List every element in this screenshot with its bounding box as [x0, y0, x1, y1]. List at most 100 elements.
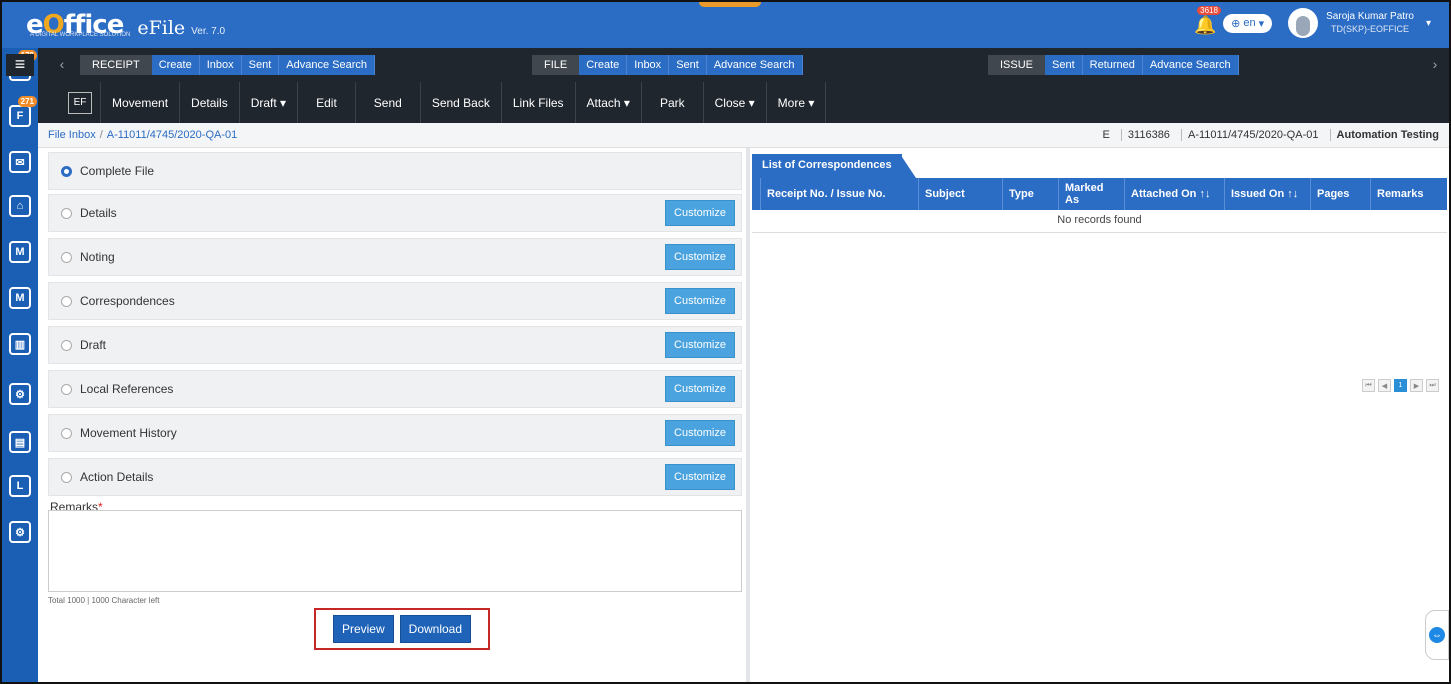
menubar-scroll-left-icon[interactable]: ‹ — [52, 56, 72, 72]
movement-button[interactable]: Movement — [100, 82, 179, 123]
radio-action-details[interactable] — [61, 471, 72, 483]
radio-noting[interactable] — [61, 251, 72, 263]
close-dropdown-button[interactable]: Close ▾ — [702, 82, 766, 123]
sidebar-item-home-mail[interactable]: ⌂ — [6, 192, 34, 220]
last-page-button[interactable]: ⏭ — [1426, 379, 1439, 392]
efile-icon[interactable]: EF — [68, 91, 92, 114]
receipt-advance-search-link[interactable]: Advance Search — [279, 55, 375, 75]
customize-noting-button[interactable]: Customize — [665, 244, 735, 270]
receipt-menu-label[interactable]: RECEIPT — [80, 55, 152, 75]
file-create-link[interactable]: Create — [579, 55, 628, 75]
option-details[interactable]: Details Customize — [48, 194, 742, 232]
customize-movement-history-button[interactable]: Customize — [665, 420, 735, 446]
details-button[interactable]: Details — [179, 82, 239, 123]
sidebar-item-dak[interactable]: ✉ — [6, 148, 34, 176]
menubar-scroll-right-icon[interactable]: › — [1425, 56, 1445, 72]
radio-complete-file[interactable] — [61, 165, 72, 177]
radio-movement-history[interactable] — [61, 427, 72, 439]
receipt-inbox-link[interactable]: Inbox — [199, 55, 242, 75]
column-remarks[interactable]: Remarks — [1370, 178, 1447, 210]
user-info[interactable]: Saroja Kumar Patro TD(SKP)-EOFFICE — [1326, 10, 1414, 36]
column-attached-on[interactable]: Attached On ↑↓ — [1124, 178, 1224, 210]
notification-bell-icon[interactable]: 3618 🔔 — [1194, 6, 1221, 36]
customize-local-references-button[interactable]: Customize — [665, 376, 735, 402]
attach-dropdown-button[interactable]: Attach ▾ — [574, 82, 641, 123]
sidebar-item-settings-badge[interactable]: ⚙ — [6, 380, 34, 408]
file-sent-link[interactable]: Sent — [669, 55, 707, 75]
radio-draft[interactable] — [61, 339, 72, 351]
header-pull-tab[interactable] — [699, 2, 761, 7]
customize-correspondences-button[interactable]: Customize — [665, 288, 735, 314]
park-button[interactable]: Park — [640, 82, 703, 123]
preview-button[interactable]: Preview — [332, 615, 394, 643]
side-help-widget[interactable]: ⇔ — [1425, 610, 1449, 660]
option-movement-history[interactable]: Movement History Customize — [48, 414, 742, 452]
column-issued-on[interactable]: Issued On ↑↓ — [1224, 178, 1310, 210]
customize-draft-button[interactable]: Customize — [665, 332, 735, 358]
option-label: Details — [80, 206, 117, 220]
current-page-button[interactable]: 1 — [1394, 379, 1407, 392]
issue-menu-label[interactable]: ISSUE — [988, 55, 1046, 75]
option-label: Movement History — [80, 426, 177, 440]
column-pages[interactable]: Pages — [1310, 178, 1370, 210]
send-button[interactable]: Send — [354, 82, 420, 123]
sidebar-item-file-move[interactable]: M — [6, 284, 34, 312]
column-type[interactable]: Type — [1002, 178, 1058, 210]
radio-details[interactable] — [61, 207, 72, 219]
user-menu-caret-icon[interactable]: ▾ — [1426, 18, 1431, 29]
breadcrumb-root-link[interactable]: File Inbox — [48, 129, 96, 141]
customize-action-details-button[interactable]: Customize — [665, 464, 735, 490]
column-receipt-issue-no[interactable]: Receipt No. / Issue No. — [760, 178, 918, 210]
next-page-button[interactable]: ▶ — [1410, 379, 1423, 392]
column-marked-as[interactable]: Marked As — [1058, 178, 1124, 210]
product-version: Ver. 7.0 — [191, 25, 226, 37]
option-label: Noting — [80, 250, 115, 264]
draft-dropdown-button[interactable]: Draft ▾ — [238, 82, 297, 123]
first-page-button[interactable]: ⏮ — [1362, 379, 1375, 392]
issue-advance-search-link[interactable]: Advance Search — [1142, 55, 1239, 75]
file-advance-search-link[interactable]: Advance Search — [706, 55, 803, 75]
file-menu-group: FILE Create Inbox Sent Advance Search — [528, 55, 803, 75]
link-files-button[interactable]: Link Files — [500, 82, 575, 123]
panel-divider[interactable] — [746, 148, 750, 682]
user-name: Saroja Kumar Patro — [1326, 11, 1414, 22]
sidebar-item-doc-barcode[interactable]: ▥ — [6, 330, 34, 358]
table-pagination: ⏮ ◀ 1 ▶ ⏭ — [1362, 379, 1439, 392]
file-inbox-link[interactable]: Inbox — [627, 55, 670, 75]
settings-badge-icon: ⚙ — [9, 383, 31, 405]
tab-list-of-correspondences[interactable]: List of Correspondences — [752, 154, 902, 178]
language-selector[interactable]: ⊕ en ▾ — [1223, 13, 1273, 33]
customize-details-button[interactable]: Customize — [665, 200, 735, 226]
option-draft[interactable]: Draft Customize — [48, 326, 742, 364]
receipt-sent-link[interactable]: Sent — [241, 55, 280, 75]
sidebar-item-local-copy[interactable]: L — [6, 472, 34, 500]
sidebar-item-mark-mail[interactable]: M — [6, 238, 34, 266]
user-department: TD(SKP)-EOFFICE — [1331, 24, 1410, 34]
send-back-button[interactable]: Send Back — [419, 82, 501, 123]
option-complete-file[interactable]: Complete File — [48, 152, 742, 190]
radio-correspondences[interactable] — [61, 295, 72, 307]
remarks-textarea[interactable] — [48, 510, 742, 592]
hamburger-menu-icon[interactable]: ≡ — [6, 54, 34, 76]
issue-sent-link[interactable]: Sent — [1045, 55, 1083, 75]
file-menu-label[interactable]: FILE — [532, 55, 580, 75]
option-label: Draft — [80, 338, 107, 352]
column-subject[interactable]: Subject — [918, 178, 1002, 210]
receipt-create-link[interactable]: Create — [151, 55, 200, 75]
more-dropdown-button[interactable]: More ▾ — [765, 82, 827, 123]
option-correspondences[interactable]: Correspondences Customize — [48, 282, 742, 320]
option-action-details[interactable]: Action Details Customize — [48, 458, 742, 496]
issue-returned-link[interactable]: Returned — [1082, 55, 1143, 75]
download-button[interactable]: Download — [399, 615, 472, 643]
user-avatar[interactable] — [1288, 8, 1319, 38]
file-action-toolbar: EF Movement Details Draft ▾ Edit Send Se… — [38, 82, 1449, 123]
sidebar-item-print[interactable]: ▤ — [6, 428, 34, 456]
option-noting[interactable]: Noting Customize — [48, 238, 742, 276]
option-local-references[interactable]: Local References Customize — [48, 370, 742, 408]
edit-button[interactable]: Edit — [297, 82, 355, 123]
chat-support-icon: ⇔ — [1429, 627, 1445, 643]
sidebar-item-file-inbox[interactable]: F 271 — [6, 96, 37, 130]
prev-page-button[interactable]: ◀ — [1378, 379, 1391, 392]
sidebar-item-user-settings[interactable]: ⚙ — [6, 518, 34, 546]
radio-local-references[interactable] — [61, 383, 72, 395]
